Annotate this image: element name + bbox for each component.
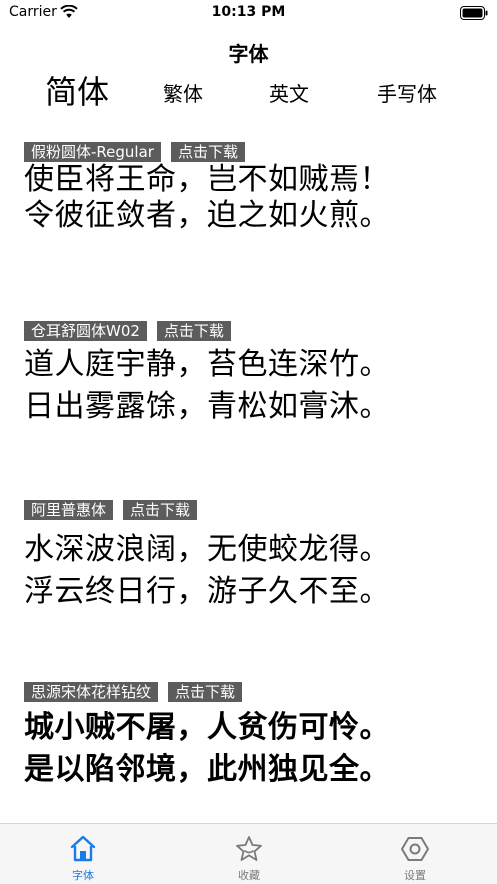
settings-hexagon-icon xyxy=(401,837,429,861)
font-card-1: 仓耳舒圆体W02 点击下载 道人庭宇静，苔色连深竹。 日出雾露馀，青松如膏沐。 xyxy=(24,321,474,425)
font-card-0: 假粉圆体-Regular 点击下载 使臣将王命，岂不如贼焉！ 令彼征敛者，迫之如火… xyxy=(24,142,474,234)
sample-line: 城小贼不屠，人贫伤可怜。 xyxy=(24,710,390,745)
download-button[interactable]: 点击下载 xyxy=(170,142,245,162)
script-category-tabs: 简体 繁体 英文 手写体 xyxy=(0,70,497,114)
tab-bar-settings[interactable]: 设置 xyxy=(332,824,497,884)
tab-bar-label: 收藏 xyxy=(238,869,260,882)
tab-handwriting[interactable]: 手写体 xyxy=(366,72,448,116)
sample-line: 令彼征敛者，迫之如火煎。 xyxy=(24,198,390,233)
font-name-tag: 假粉圆体-Regular xyxy=(24,142,161,162)
font-name-tag: 仓耳舒圆体W02 xyxy=(24,321,147,341)
sample-line: 水深波浪阔，无使蛟龙得。 xyxy=(24,532,390,567)
tab-english[interactable]: 英文 xyxy=(254,72,324,116)
tab-simplified[interactable]: 简体 xyxy=(38,70,116,114)
tab-bar-label: 设置 xyxy=(404,869,426,882)
sample-line: 是以陷邻境，此州独见全。 xyxy=(24,752,390,787)
tab-traditional[interactable]: 繁体 xyxy=(148,72,218,116)
home-icon xyxy=(70,835,96,862)
battery-icon xyxy=(460,6,488,20)
download-button[interactable]: 点击下载 xyxy=(123,500,198,520)
tab-bar-fonts[interactable]: 字体 xyxy=(0,824,166,884)
sample-line: 日出雾露馀，青松如膏沐。 xyxy=(24,389,390,424)
tab-bar-favorites[interactable]: 收藏 xyxy=(166,824,332,884)
download-button[interactable]: 点击下载 xyxy=(156,321,231,341)
bottom-tab-bar: 字体 收藏 设置 xyxy=(0,823,497,884)
status-time: 10:13 PM xyxy=(211,4,286,20)
star-icon xyxy=(236,836,262,861)
sample-line: 使臣将王命，岂不如贼焉！ xyxy=(24,162,390,197)
status-bar: Carrier 10:13 PM xyxy=(0,0,497,26)
font-card-3: 思源宋体花样钻纹 点击下载 城小贼不屠，人贫伤可怜。 是以陷邻境，此州独见全。 xyxy=(24,682,474,788)
download-button[interactable]: 点击下载 xyxy=(168,682,243,702)
font-name-tag: 思源宋体花样钻纹 xyxy=(24,682,159,702)
page-title: 字体 xyxy=(228,42,269,66)
sample-line: 道人庭宇静，苔色连深竹。 xyxy=(24,347,390,382)
tab-bar-label: 字体 xyxy=(72,869,94,882)
font-card-2: 阿里普惠体 点击下载 水深波浪阔，无使蛟龙得。 浮云终日行，游子久不至。 xyxy=(24,500,474,610)
sample-line: 浮云终日行，游子久不至。 xyxy=(24,574,390,609)
font-name-tag: 阿里普惠体 xyxy=(24,500,114,520)
